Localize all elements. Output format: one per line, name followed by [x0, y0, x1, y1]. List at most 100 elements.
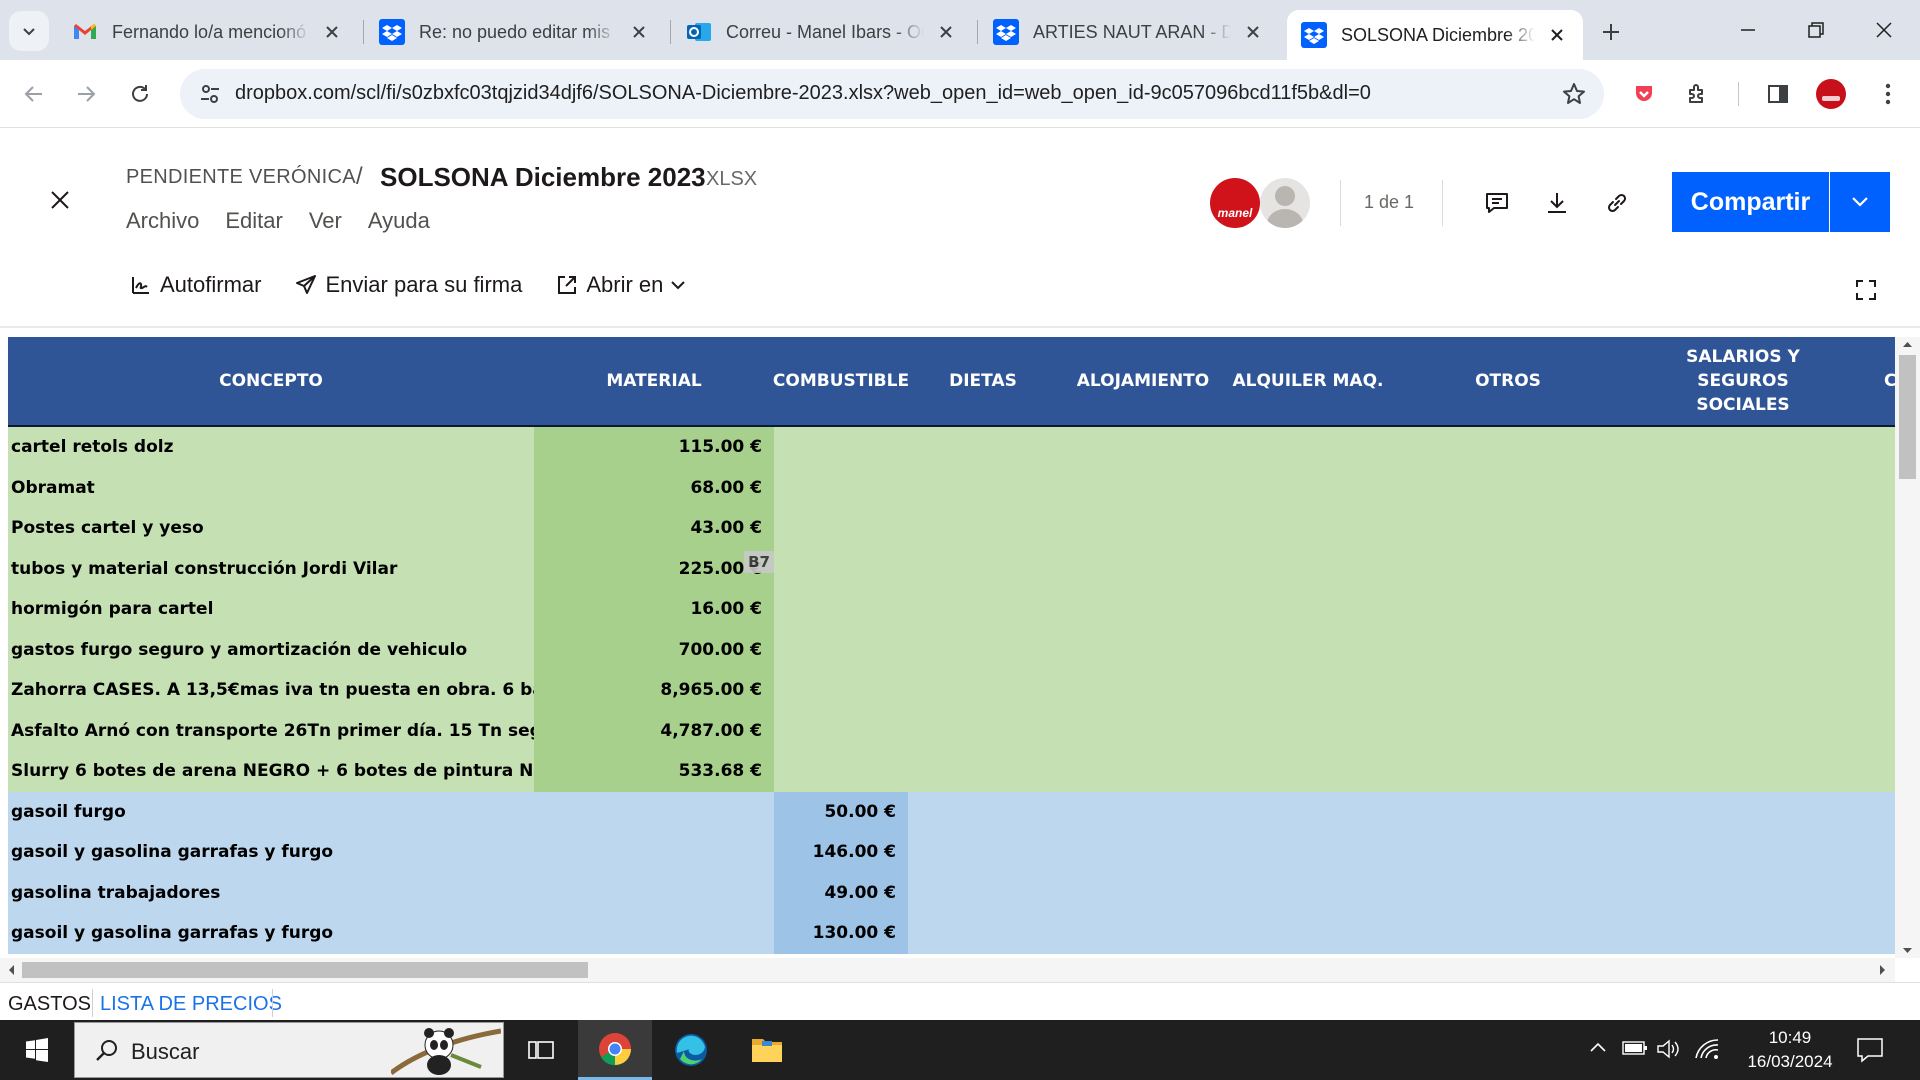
cell-combustible[interactable]: 49.00 €	[774, 872, 908, 913]
battery-icon[interactable]	[1622, 1038, 1648, 1058]
wifi-icon[interactable]	[1694, 1038, 1720, 1060]
spreadsheet-grid[interactable]: CONCEPTO MATERIAL COMBUSTIBLE DIETAS ALO…	[8, 337, 1895, 958]
cell-concepto[interactable]: Postes cartel y yeso	[8, 508, 534, 549]
cell-concepto[interactable]: Zahorra CASES. A 13,5€mas iva tn puesta …	[8, 670, 534, 711]
browser-tab-solsona-active[interactable]: SOLSONA Diciembre 2023	[1287, 10, 1583, 60]
table-row[interactable]: gasoil furgo 50.00 €	[8, 791, 1895, 833]
cell-combustible[interactable]: 146.00 €	[774, 832, 908, 873]
col-header-truncated[interactable]: C	[1884, 337, 1895, 425]
scroll-left-icon[interactable]	[4, 958, 18, 982]
reload-button[interactable]	[120, 74, 160, 114]
cell-material[interactable]: 533.68 €	[534, 751, 774, 792]
back-button[interactable]	[14, 74, 54, 114]
profile-avatar[interactable]	[1816, 79, 1846, 109]
autosign-button[interactable]: Autofirmar	[130, 272, 261, 298]
cell-concepto[interactable]: Slurry 6 botes de arena NEGRO + 6 botes …	[8, 751, 534, 792]
cell-concepto[interactable]: gasoil y gasolina garrafas y furgo	[8, 913, 534, 954]
close-tab-icon[interactable]	[1241, 20, 1265, 44]
cell-material[interactable]: 700.00 €	[534, 629, 774, 670]
close-window-button[interactable]	[1850, 0, 1918, 60]
table-row[interactable]: cartel retols dolz 115.00 €	[8, 427, 1895, 468]
close-tab-icon[interactable]	[320, 20, 344, 44]
cell-material[interactable]: 4,787.00 €	[534, 710, 774, 751]
table-row[interactable]: Obramat 68.00 €	[8, 467, 1895, 509]
table-row[interactable]: Postes cartel y yeso 43.00 €	[8, 508, 1895, 549]
col-header-salarios[interactable]: SALARIOS Y SEGUROS SOCIALES	[1628, 337, 1858, 425]
cell-material[interactable]: 68.00 €	[534, 467, 774, 508]
table-row[interactable]: Slurry 6 botes de arena NEGRO + 6 botes …	[8, 751, 1895, 792]
cell-concepto[interactable]: hormigón para cartel	[8, 589, 534, 630]
comment-button[interactable]	[1478, 184, 1516, 222]
breadcrumb-folder[interactable]: PENDIENTE VERÓNICA	[126, 166, 356, 189]
close-tab-icon[interactable]	[934, 20, 958, 44]
cell-concepto[interactable]: gasoil furgo	[8, 792, 534, 833]
table-row[interactable]: gastos furgo seguro y amortización de ve…	[8, 629, 1895, 671]
menu-ayuda[interactable]: Ayuda	[368, 208, 430, 234]
notifications-icon[interactable]	[1856, 1037, 1884, 1063]
restore-button[interactable]	[1782, 0, 1850, 60]
sheet-tab-gastos[interactable]: GASTOS	[8, 993, 91, 1016]
address-bar[interactable]: dropbox.com/scl/fi/s0zbxfc03tqjzid34djf6…	[180, 69, 1604, 119]
volume-icon[interactable]	[1656, 1038, 1682, 1060]
cell-concepto[interactable]: gasoil y gasolina garrafas y furgo	[8, 832, 534, 873]
cell-concepto[interactable]: cartel retols dolz	[8, 427, 534, 468]
scroll-right-icon[interactable]	[1876, 958, 1890, 982]
task-view-button[interactable]	[504, 1020, 578, 1080]
cell-combustible[interactable]: 130.00 €	[774, 913, 908, 954]
share-options-button[interactable]	[1830, 172, 1890, 232]
copy-link-button[interactable]	[1598, 184, 1636, 222]
system-clock[interactable]: 10:49 16/03/2024	[1735, 1026, 1845, 1074]
scroll-down-icon[interactable]	[1895, 944, 1920, 958]
col-header-concepto[interactable]: CONCEPTO	[8, 337, 534, 425]
cell-concepto[interactable]: Asfalto Arnó con transporte 26Tn primer …	[8, 711, 534, 752]
viewer-avatar[interactable]	[1260, 178, 1310, 228]
table-row[interactable]: gasolina trabajadores 49.00 €	[8, 872, 1895, 914]
cell-material[interactable]: 16.00 €	[534, 589, 774, 630]
menu-archivo[interactable]: Archivo	[126, 208, 199, 234]
table-row[interactable]: hormigón para cartel 16.00 €	[8, 589, 1895, 630]
close-tab-icon[interactable]	[627, 20, 651, 44]
browser-tab-gmail[interactable]: Fernando lo/a mencionó	[58, 10, 358, 54]
minimize-button[interactable]	[1714, 0, 1782, 60]
table-row[interactable]: Asfalto Arnó con transporte 26Tn primer …	[8, 710, 1895, 752]
taskbar-chrome[interactable]	[578, 1020, 652, 1080]
col-header-alojamiento[interactable]: ALOJAMIENTO	[1058, 337, 1228, 425]
cell-concepto[interactable]: tubos y material construcción Jordi Vila…	[8, 549, 534, 590]
taskbar-edge[interactable]	[654, 1020, 728, 1080]
taskbar-search-box[interactable]: Buscar	[74, 1022, 504, 1078]
start-button[interactable]	[0, 1020, 74, 1080]
table-row[interactable]: gasoil y gasolina garrafas y furgo 130.0…	[8, 913, 1895, 954]
scroll-up-icon[interactable]	[1895, 337, 1920, 351]
bookmark-button[interactable]	[1556, 76, 1592, 112]
sheet-tab-lista-precios[interactable]: LISTA DE PRECIOS	[100, 993, 282, 1016]
col-header-dietas[interactable]: DIETAS	[908, 337, 1058, 425]
site-info-button[interactable]	[190, 74, 230, 114]
col-header-material[interactable]: MATERIAL	[534, 337, 774, 425]
cell-concepto[interactable]: gastos furgo seguro y amortización de ve…	[8, 630, 534, 671]
cell-combustible[interactable]: 50.00 €	[774, 791, 908, 832]
chrome-menu-button[interactable]	[1868, 74, 1908, 114]
col-header-otros[interactable]: OTROS	[1388, 337, 1628, 425]
forward-button[interactable]	[66, 74, 106, 114]
close-tab-icon[interactable]	[1545, 23, 1569, 47]
browser-tab-dropbox-support[interactable]: Re: no puedo editar mis archivos	[365, 10, 665, 54]
table-row[interactable]: tubos y material construcción Jordi Vila…	[8, 548, 1895, 590]
col-header-combustible[interactable]: COMBUSTIBLE	[773, 337, 909, 425]
cell-concepto[interactable]: Obramat	[8, 468, 534, 509]
share-button[interactable]: Compartir	[1672, 172, 1829, 232]
close-preview-button[interactable]	[42, 182, 78, 218]
cell-concepto[interactable]: gasolina trabajadores	[8, 873, 534, 914]
horizontal-scroll-thumb[interactable]	[22, 962, 588, 978]
cell-material[interactable]: 8,965.00 €	[534, 670, 774, 711]
browser-tab-outlook[interactable]: Correu - Manel Ibars - Outlook	[672, 10, 972, 54]
send-for-signature-button[interactable]: Enviar para su firma	[295, 272, 522, 298]
cell-material[interactable]: 115.00 €	[534, 427, 774, 468]
extensions-button[interactable]	[1678, 74, 1718, 114]
collaborator-avatar[interactable]: manel	[1210, 178, 1260, 228]
new-tab-button[interactable]	[1593, 14, 1629, 50]
taskbar-file-explorer[interactable]	[730, 1020, 804, 1080]
table-row[interactable]: Zahorra CASES. A 13,5€mas iva tn puesta …	[8, 670, 1895, 711]
browser-tab-dropbox-arties[interactable]: ARTIES NAUT ARAN - Dropbox	[979, 10, 1279, 54]
horizontal-scrollbar[interactable]	[0, 958, 1895, 982]
col-header-alquiler-maq[interactable]: ALQUILER MAQ.	[1228, 337, 1388, 425]
